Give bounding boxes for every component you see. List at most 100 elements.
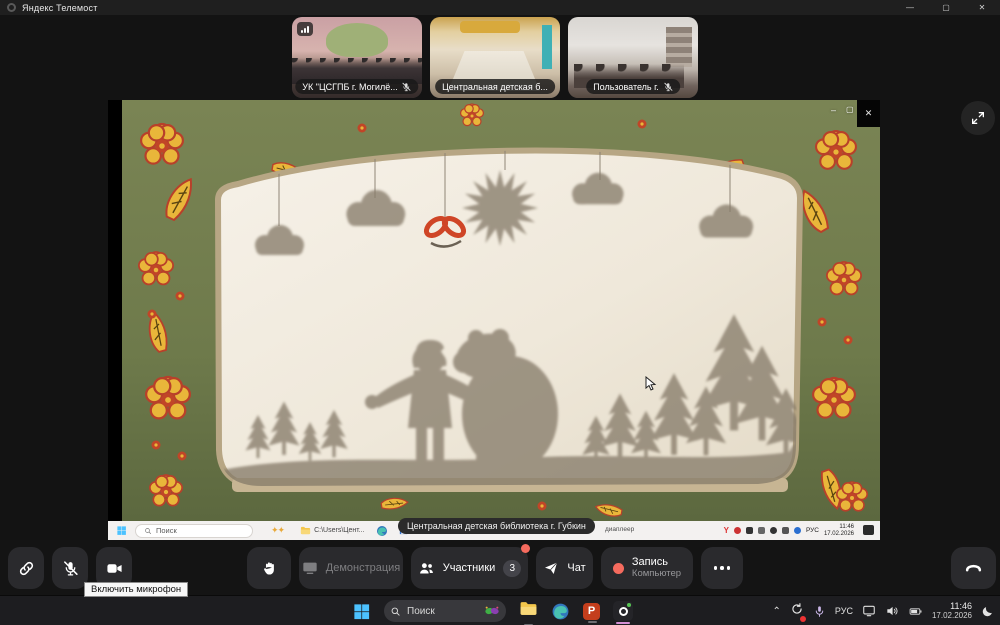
expand-icon <box>970 110 986 126</box>
participants-label: Участники <box>443 562 496 574</box>
shared-screen-stage[interactable]: – ▢ ✕ Поиск ✦✦ C:\Users\Цент... Централь… <box>108 100 880 540</box>
window-maximize-button[interactable]: ▢ <box>928 0 964 15</box>
raise-hand-icon <box>261 560 278 577</box>
participants-button[interactable]: Участники 3 <box>411 547 528 589</box>
raise-hand-button[interactable] <box>247 547 291 589</box>
mic-tray-icon[interactable] <box>813 605 826 618</box>
participants-count-badge: 3 <box>503 560 521 577</box>
display-tray-icon[interactable] <box>862 604 876 618</box>
mic-off-icon <box>62 560 79 577</box>
clock[interactable]: 11:46 17.02.2026 <box>932 601 972 621</box>
record-source-label: Компьютер <box>632 568 681 580</box>
share-screen-button[interactable]: Демонстрация <box>299 547 403 589</box>
participants-strip: УК "ЦСГПБ г. Могилё... Центральная детск… <box>292 17 698 98</box>
link-icon <box>18 560 35 577</box>
tray-chevron-icon[interactable]: ⌃ <box>773 606 781 617</box>
telemost-app-icon <box>619 607 628 616</box>
powerpoint-icon: P <box>583 603 600 620</box>
shared-window-minimize-icon: – <box>831 105 836 115</box>
participant-name: Центральная детская б... <box>442 82 548 92</box>
powerpoint-button[interactable]: P <box>583 603 600 620</box>
file-explorer-button[interactable] <box>519 599 538 623</box>
edge-icon <box>376 525 388 537</box>
end-call-button[interactable] <box>951 547 996 589</box>
shared-window-close-icon: ✕ <box>857 100 880 127</box>
folder-icon <box>519 599 538 618</box>
yandex-tray-icon: Y <box>724 526 729 535</box>
search-icon <box>144 527 152 535</box>
presenter-notification-icon <box>863 525 874 535</box>
system-tray: ⌃ РУС 11:46 17.02.2026 <box>773 596 994 625</box>
copilot-sparkle-icon: ✦✦ <box>271 525 284 536</box>
record-dot-icon <box>613 563 624 574</box>
window-title: Яндекс Телемост <box>22 3 98 13</box>
participant-name-badge: Пользователь г. <box>586 79 680 94</box>
tray-icon <box>758 527 765 534</box>
sync-tray-icon[interactable] <box>790 602 804 621</box>
bluetooth-tray-icon <box>794 527 801 534</box>
folder-icon <box>300 525 311 536</box>
participant-tile-1[interactable]: УК "ЦСГПБ г. Могилё... <box>292 17 422 98</box>
shared-window-restore-icon: ▢ <box>846 105 854 114</box>
presenter-language-indicator: РУС <box>806 527 819 534</box>
presenter-folder-task: C:\Users\Цент... <box>300 525 364 536</box>
mouse-cursor <box>645 376 657 392</box>
chat-label: Чат <box>567 562 585 574</box>
participant-name-badge: Центральная детская б... <box>435 79 555 94</box>
presenter-clock: 11:46 17.02.2026 <box>824 524 854 537</box>
microphone-button[interactable] <box>52 547 88 589</box>
copy-link-button[interactable] <box>8 547 44 589</box>
tray-icon <box>746 527 753 534</box>
volume-icon[interactable] <box>885 604 899 618</box>
titlebar: Яндекс Телемост — ▢ ✕ <box>0 0 1000 15</box>
participant-name: Пользователь г. <box>593 82 659 92</box>
taskbar-search-box[interactable]: Поиск <box>384 600 506 622</box>
window-close-button[interactable]: ✕ <box>964 0 1000 15</box>
telemost-app-button[interactable] <box>613 601 633 621</box>
presenter-player-label: диаплеер <box>605 526 634 533</box>
signal-icon <box>297 22 313 36</box>
participant-name-badge: УК "ЦСГПБ г. Могилё... <box>295 79 418 94</box>
tray-icon <box>782 527 789 534</box>
fullscreen-button[interactable] <box>961 101 995 135</box>
chat-button[interactable]: Чат <box>536 547 593 589</box>
participant-name: УК "ЦСГПБ г. Могилё... <box>302 82 397 92</box>
chat-send-icon <box>543 560 559 576</box>
more-icon <box>714 566 731 570</box>
presenter-tray: Y РУС 11:46 17.02.2026 <box>724 521 854 540</box>
telemost-window: Яндекс Телемост — ▢ ✕ УК "ЦСГПБ г. Могил… <box>0 0 1000 625</box>
shadow-theatre-video <box>122 100 880 521</box>
presenter-start-icon <box>116 525 127 536</box>
presenter-tooltip: Центральная детская библиотека г. Губкин <box>398 518 595 534</box>
camera-icon <box>106 560 123 577</box>
system-taskbar: Поиск P ⌃ РУС <box>0 595 1000 625</box>
search-highlight-icon <box>484 603 500 619</box>
search-icon <box>390 606 401 617</box>
share-screen-label: Демонстрация <box>326 562 401 574</box>
start-button[interactable] <box>352 602 371 621</box>
mic-off-icon <box>663 82 673 92</box>
edge-browser-button[interactable] <box>551 602 570 621</box>
record-label: Запись <box>632 556 668 568</box>
participants-notification-dot <box>521 544 530 553</box>
battery-icon[interactable] <box>908 605 923 618</box>
mic-tooltip: Включить микрофон <box>84 582 188 597</box>
sun-shadow <box>462 170 538 246</box>
recording-button[interactable]: Запись Компьютер <box>601 547 693 589</box>
more-options-button[interactable] <box>701 547 743 589</box>
presenter-search-box: Поиск <box>135 524 253 538</box>
taskbar-search-placeholder: Поиск <box>407 606 435 617</box>
participants-icon <box>418 560 435 577</box>
record-tray-icon <box>734 527 741 534</box>
participant-tile-3[interactable]: Пользователь г. <box>568 17 698 98</box>
mic-off-icon <box>402 82 412 92</box>
presenter-taskbar: Поиск ✦✦ C:\Users\Цент... Центральная де… <box>108 521 880 540</box>
end-call-icon <box>964 559 983 578</box>
app-logo-icon <box>7 3 16 12</box>
language-indicator[interactable]: РУС <box>835 606 853 616</box>
do-not-disturb-icon[interactable] <box>981 605 994 618</box>
window-minimize-button[interactable]: — <box>892 0 928 15</box>
screen-share-icon <box>302 560 318 576</box>
tray-icon <box>770 527 777 534</box>
participant-tile-2[interactable]: Центральная детская б... <box>430 17 560 98</box>
